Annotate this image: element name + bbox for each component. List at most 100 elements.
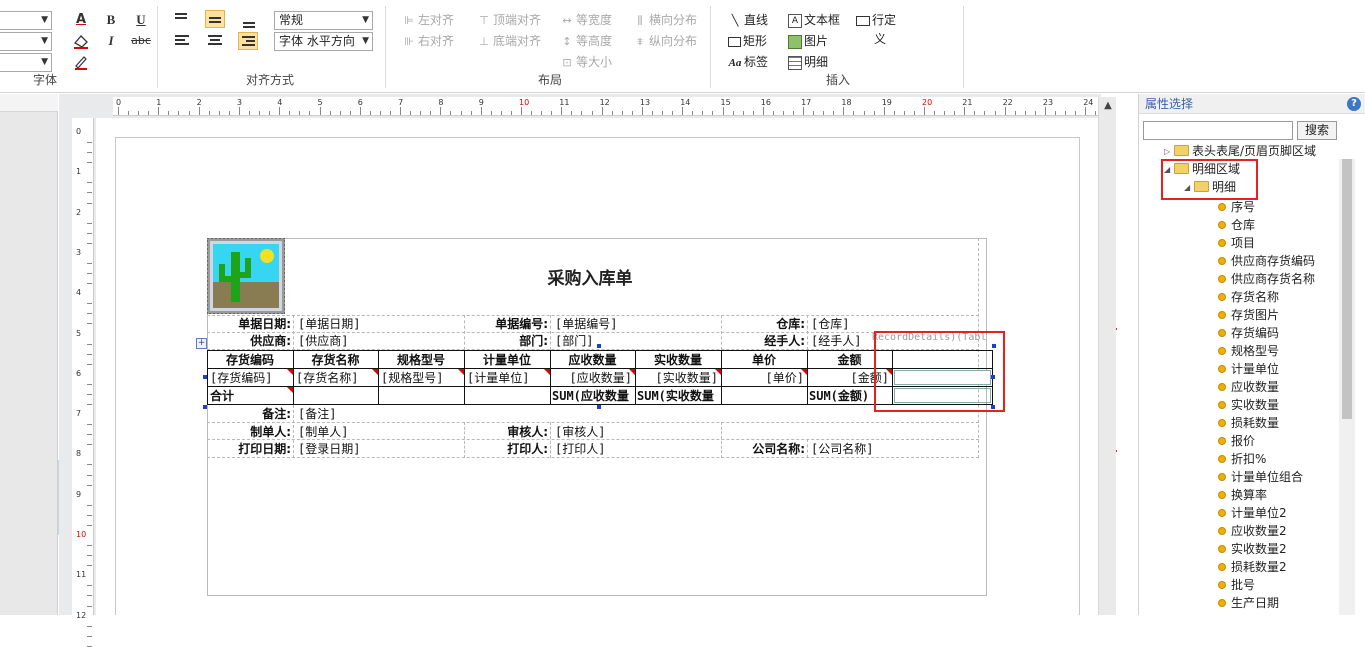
scroll-up-icon[interactable]: ▲	[1099, 97, 1117, 115]
wrap-mode-select[interactable]: 常规 ▼	[274, 11, 373, 30]
doc-date-label[interactable]: 单据日期:	[207, 316, 291, 332]
col-header[interactable]: 存货编码	[207, 352, 293, 368]
field-item[interactable]: 实收数量2	[1218, 540, 1287, 558]
warehouse-label[interactable]: 仓库:	[721, 316, 805, 332]
tree-node-header-footer[interactable]: ▷ 表头表尾/页眉页脚区域	[1164, 142, 1316, 161]
field-item[interactable]: 损耗数量2	[1218, 558, 1287, 576]
custom-row-button[interactable]: 行定	[856, 11, 896, 29]
splitter[interactable]	[1117, 94, 1138, 615]
field-item[interactable]: 换算率	[1218, 486, 1267, 504]
creator-field[interactable]: [制单人]	[298, 424, 348, 440]
selection-handle[interactable]	[597, 405, 601, 409]
field-item[interactable]: 项目	[1218, 234, 1255, 252]
strike-button[interactable]: abc	[130, 32, 152, 50]
warehouse-field[interactable]: [仓库]	[811, 316, 849, 332]
company-label[interactable]: 公司名称:	[721, 441, 805, 457]
field-item[interactable]: 仓库	[1218, 216, 1255, 234]
field-item[interactable]: 实收数量	[1218, 396, 1279, 414]
field-item[interactable]: 损耗数量	[1218, 414, 1279, 432]
remark-field[interactable]: [备注]	[298, 406, 336, 422]
printer-field[interactable]: [打印人]	[555, 441, 605, 457]
search-input[interactable]	[1143, 121, 1293, 140]
layout-align-bottom-button[interactable]: ⊥ 底端对齐	[477, 32, 541, 50]
layout-align-right-button[interactable]: ⊪ 右对齐	[402, 32, 454, 50]
field-item[interactable]: 存货编码	[1218, 324, 1279, 342]
total-cell[interactable]: SUM(应收数量	[552, 388, 635, 404]
same-width-button[interactable]: ↔ 等宽度	[560, 11, 612, 29]
insert-rect-button[interactable]: 矩形	[728, 32, 767, 50]
field-item[interactable]: 计量单位组合	[1218, 468, 1303, 486]
search-button[interactable]: 搜索	[1297, 121, 1337, 140]
font-style-select[interactable]: ▼	[0, 53, 52, 72]
field-item[interactable]: 序号	[1218, 198, 1255, 216]
col-header[interactable]: 计量单位	[464, 352, 550, 368]
field-item[interactable]: 报价	[1218, 432, 1255, 450]
distribute-horizontal-button[interactable]: ⫼ 横向分布	[633, 11, 697, 29]
table-cell[interactable]: [存货编码]	[210, 370, 292, 386]
table-move-icon[interactable]: +	[196, 338, 207, 349]
handler-field[interactable]: [经手人]	[811, 333, 861, 349]
handler-label[interactable]: 经手人:	[721, 333, 805, 349]
doc-date-field[interactable]: [单据日期]	[298, 316, 360, 332]
insert-line-button[interactable]: ╲ 直线	[728, 11, 768, 29]
creator-label[interactable]: 制单人:	[207, 424, 291, 440]
fill-color-button[interactable]	[72, 32, 90, 50]
table-cell[interactable]: [计量单位]	[467, 370, 549, 386]
field-item[interactable]: 供应商存货名称	[1218, 270, 1315, 288]
logo-image[interactable]	[206, 237, 286, 315]
field-item[interactable]: 生产日期	[1218, 594, 1279, 612]
field-item[interactable]: 存货图片	[1218, 306, 1279, 324]
report-title[interactable]: 采购入库单	[480, 264, 700, 289]
field-item[interactable]: 折扣%	[1218, 450, 1266, 468]
col-header[interactable]: 单价	[721, 352, 807, 368]
insert-label-button[interactable]: Aa 标签	[728, 53, 768, 71]
doc-no-label[interactable]: 单据编号:	[464, 316, 548, 332]
supplier-label[interactable]: 供应商:	[207, 333, 291, 349]
col-header[interactable]: 应收数量	[550, 352, 635, 368]
selection-handle[interactable]	[597, 344, 601, 348]
align-middle-icon[interactable]	[205, 10, 225, 28]
pen-button[interactable]	[72, 53, 90, 71]
underline-button[interactable]: U	[132, 11, 150, 29]
doc-no-field[interactable]: [单据编号]	[555, 316, 617, 332]
remark-label[interactable]: 备注:	[207, 406, 291, 422]
auditor-label[interactable]: 审核人:	[464, 424, 548, 440]
dept-label[interactable]: 部门:	[464, 333, 548, 349]
field-item[interactable]: 应收数量	[1218, 378, 1279, 396]
vertical-scrollbar[interactable]: ▲	[1098, 97, 1131, 615]
italic-button[interactable]: I	[102, 32, 120, 50]
auditor-field[interactable]: [审核人]	[555, 424, 605, 440]
align-bottom-icon[interactable]	[240, 14, 260, 32]
field-item[interactable]: 计量单位2	[1218, 504, 1287, 522]
insert-detail-button[interactable]: 明细	[788, 53, 828, 71]
help-icon[interactable]: ?	[1347, 97, 1361, 111]
align-right-icon[interactable]	[238, 32, 258, 50]
printer-label[interactable]: 打印人:	[464, 441, 548, 457]
col-header[interactable]: 存货名称	[293, 352, 378, 368]
expand-icon[interactable]: ▷	[1164, 143, 1174, 161]
align-left-icon[interactable]	[172, 32, 192, 50]
field-item[interactable]: 应收数量2	[1218, 522, 1287, 540]
supplier-field[interactable]: [供应商]	[298, 333, 348, 349]
table-cell[interactable]: [存货名称]	[296, 370, 377, 386]
col-header[interactable]: 规格型号	[378, 352, 464, 368]
table-cell[interactable]: [单价]	[724, 370, 806, 386]
dept-field[interactable]: [部门]	[555, 333, 593, 349]
total-cell[interactable]: SUM(实收数量	[637, 388, 721, 404]
font-name-select[interactable]: ▼	[0, 11, 52, 30]
insert-image-button[interactable]: 图片	[788, 32, 828, 50]
insert-textbox-button[interactable]: A 文本框	[788, 11, 840, 29]
col-header[interactable]: 实收数量	[635, 352, 721, 368]
table-cell[interactable]: [应收数量]	[553, 370, 634, 386]
company-field[interactable]: [公司名称]	[811, 441, 873, 457]
font-color-button[interactable]: A	[72, 11, 90, 29]
font-size-select[interactable]: ▼	[0, 32, 52, 51]
align-top-icon[interactable]	[172, 10, 192, 28]
same-size-button[interactable]: ⊡ 等大小	[560, 53, 612, 71]
field-item[interactable]: 存货名称	[1218, 288, 1279, 306]
table-cell[interactable]: [实收数量]	[638, 370, 720, 386]
field-item[interactable]: 计量单位	[1218, 360, 1279, 378]
distribute-vertical-button[interactable]: ⩨ 纵向分布	[633, 32, 697, 50]
field-item[interactable]: 规格型号	[1218, 342, 1279, 360]
bold-button[interactable]: B	[102, 11, 120, 29]
